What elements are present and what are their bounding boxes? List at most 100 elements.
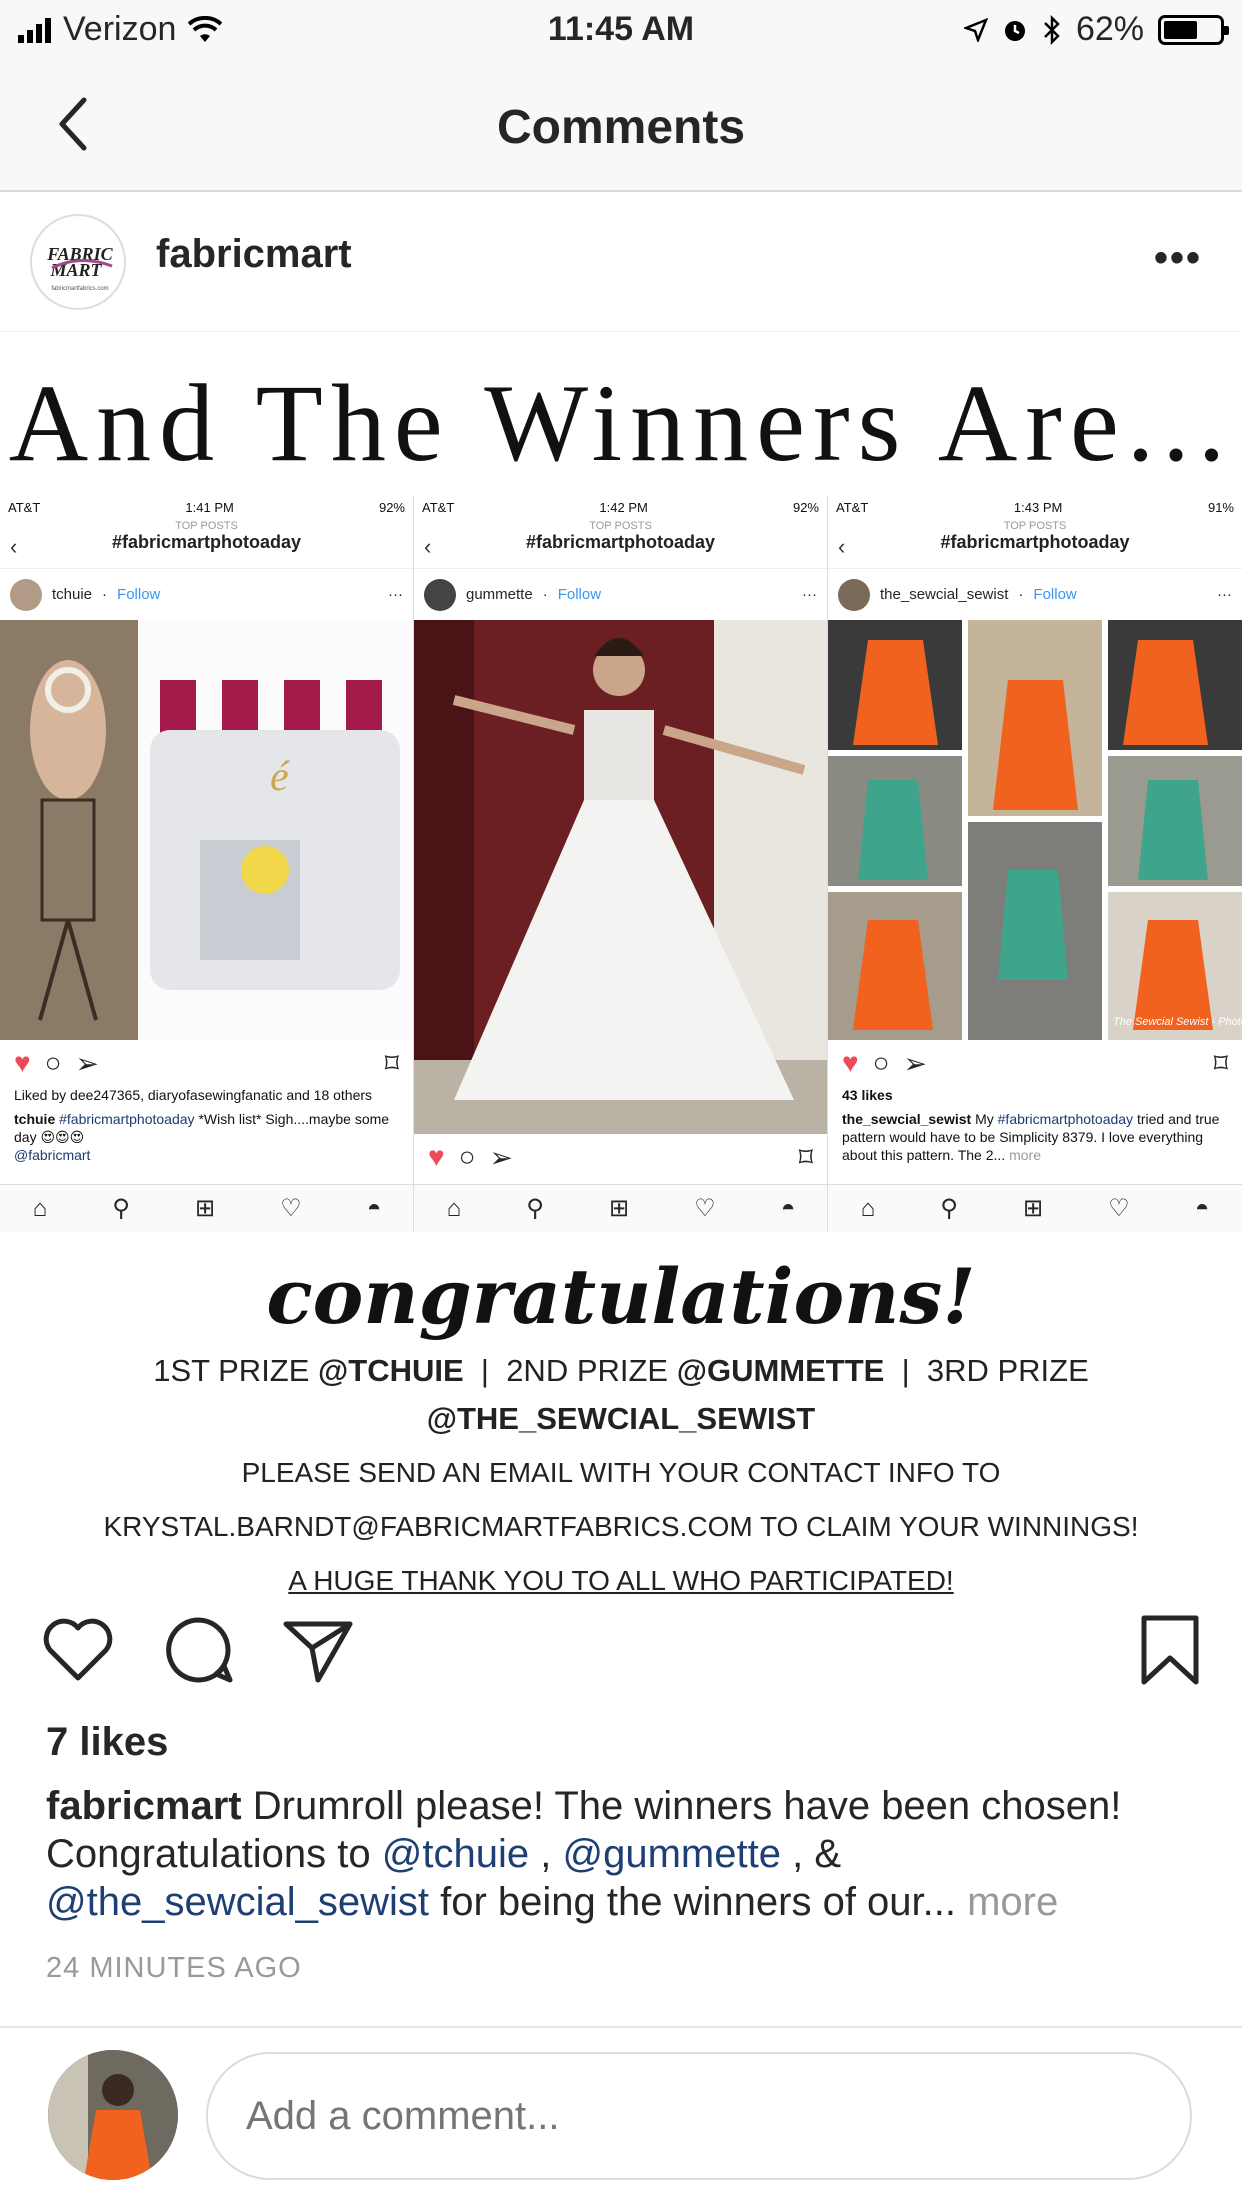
panel-time: 1:41 PM — [185, 500, 234, 515]
panel-actions: ♥ ○ ➢ ⌑ — [0, 1040, 413, 1086]
panel-username: the_sewcial_sewist — [880, 586, 1009, 603]
prize-2-user: @GUMMETTE — [676, 1353, 885, 1388]
prize-3-label: 3RD PRIZE — [926, 1353, 1089, 1388]
collage-watermark: The Sewcial Sewist - PhotoGrid — [1113, 1016, 1242, 1028]
panel-caption-more: more — [1009, 1147, 1041, 1163]
avatar[interactable]: FABRIC MART fabricmartfabrics.com — [30, 214, 126, 310]
panel-battery: 91% — [1207, 500, 1234, 515]
panel-caption: tchuie #fabricmartphotoaday *Wish list* … — [0, 1110, 413, 1164]
panel-top: ‹ TOP POSTS #fabricmartphotoaday — [0, 520, 413, 568]
panel-carrier: AT&T — [422, 500, 455, 515]
panel-likes-text: Liked by dee247365, diaryofasewingfanati… — [14, 1087, 373, 1103]
panel-caption: the_sewcial_sewist My #fabricmartphotoad… — [828, 1110, 1242, 1164]
more-options-icon[interactable]: ••• — [1154, 236, 1202, 281]
likes-count[interactable]: 7 likes — [46, 1720, 168, 1765]
heart-icon[interactable] — [38, 1610, 118, 1690]
more-options-icon: ··· — [1217, 586, 1232, 603]
share-icon[interactable] — [278, 1610, 358, 1690]
dress-form-serger-photo: é — [0, 620, 413, 1040]
add-icon: ⊞ — [1022, 1195, 1044, 1222]
avatar — [10, 578, 42, 611]
profile-icon: ◓ — [1194, 1194, 1210, 1222]
panel-2: AT&T 1:42 PM 92% ‹ TOP POSTS #fabricmartphot… — [414, 496, 828, 1232]
fabricmart-logo: FABRIC MART fabricmartfabrics.com — [46, 244, 113, 292]
panel-follow: Follow — [557, 586, 602, 603]
heart-filled-icon: ♥ — [842, 1047, 859, 1078]
panel-hashtag: #fabricmartphotoaday — [525, 532, 716, 552]
panel-username: tchuie — [52, 586, 93, 603]
caption-more-link[interactable]: more — [967, 1880, 1058, 1924]
bookmark-icon[interactable] — [1130, 1610, 1210, 1690]
profile-icon: ◓ — [366, 1194, 382, 1222]
panel-user: gummette · Follow ··· — [414, 568, 827, 620]
panel-actions: ♥ ○ ➢ ⌑ — [414, 1134, 827, 1180]
divider — [0, 2026, 1242, 2028]
post-username[interactable]: fabricmart — [156, 232, 352, 277]
panel-top-label: TOP POSTS — [1003, 520, 1067, 532]
profile-icon: ◓ — [780, 1194, 796, 1222]
post-image[interactable]: And The Winners Are... AT&T 1:41 PM 92% ‹ T… — [0, 332, 1242, 1596]
search-icon: ⚲ — [112, 1195, 130, 1222]
battery-fill — [1164, 20, 1197, 39]
panel-battery: 92% — [792, 500, 819, 515]
email-address-line: KRYSTAL.BARNDT@FABRICMARTFABRICS.COM TO … — [103, 1511, 1139, 1542]
panel-caption-tag: #fabricmartphotoaday — [59, 1111, 195, 1127]
svg-text:é: é — [270, 754, 291, 800]
comment-icon[interactable] — [158, 1610, 238, 1690]
location-arrow-icon — [963, 17, 988, 42]
status-bar: Verizon 11:45 AM 62% — [0, 0, 1242, 64]
panel-top: ‹ TOP POSTS #fabricmartphotoaday — [828, 520, 1242, 568]
page-title: Comments — [496, 101, 746, 154]
nav-bar: Comments — [0, 64, 1242, 192]
add-icon: ⊞ — [194, 1195, 216, 1222]
alarm-icon — [1004, 20, 1025, 41]
wedding-dress-photo — [414, 620, 827, 1134]
avatar — [48, 2050, 178, 2180]
panel-likes-text: 43 likes — [842, 1087, 893, 1103]
chevron-left-icon: ‹ — [10, 534, 18, 559]
comment-input[interactable] — [206, 2052, 1192, 2180]
panel-caption-user: the_sewcial_sewist — [842, 1111, 972, 1127]
search-icon: ⚲ — [940, 1195, 958, 1222]
status-right: 62% — [963, 10, 1229, 49]
post-timestamp: 24 MINUTES AGO — [46, 1952, 302, 1984]
panel-username: gummette — [466, 586, 533, 603]
prize-line: 1ST PRIZE @TCHUIE | 2ND PRIZE @GUMMETTE … — [153, 1353, 1089, 1436]
chevron-left-icon: ‹ — [838, 534, 846, 559]
avatar — [424, 578, 456, 611]
panel-actions: ♥ ○ ➢ ⌑ — [828, 1040, 1242, 1086]
bookmark-icon: ⌑ — [798, 1141, 813, 1173]
add-icon: ⊞ — [608, 1195, 630, 1222]
more-options-icon: ··· — [802, 586, 817, 603]
panel-caption-mention: @fabricmart — [14, 1147, 91, 1163]
panel-top-label: TOP POSTS — [175, 520, 238, 532]
mention-tchuie[interactable]: @tchuie — [382, 1832, 529, 1876]
panel-caption-pre: My — [975, 1111, 994, 1127]
panel-likes: Liked by dee247365, diaryofasewingfanati… — [0, 1086, 413, 1104]
caption-username[interactable]: fabricmart — [46, 1784, 242, 1828]
heart-icon: ♡ — [1108, 1195, 1130, 1222]
panel-carrier: AT&T — [8, 500, 41, 515]
panel-likes: 43 likes — [828, 1086, 1242, 1104]
panel-1: AT&T 1:41 PM 92% ‹ TOP POSTS #fabricmartphot… — [0, 496, 414, 1232]
heart-filled-icon: ♥ — [14, 1047, 31, 1078]
search-icon: ⚲ — [526, 1195, 544, 1222]
screenshot-panels: AT&T 1:41 PM 92% ‹ TOP POSTS #fabricmartphot… — [0, 496, 1242, 1232]
chevron-left-icon: ‹ — [424, 534, 432, 559]
image-headline: And The Winners Are... — [8, 362, 1234, 484]
panel-user: tchuie · Follow ··· — [0, 568, 413, 620]
heart-icon: ♡ — [694, 1195, 716, 1222]
prize-1-label: 1ST PRIZE — [153, 1353, 310, 1388]
mention-the-sewcial-sewist[interactable]: @the_sewcial_sewist — [46, 1880, 429, 1924]
mention-gummette[interactable]: @gummette — [563, 1832, 781, 1876]
home-icon: ⌂ — [446, 1194, 462, 1222]
panel-caption-tag: #fabricmartphotoaday — [997, 1111, 1134, 1127]
home-icon: ⌂ — [860, 1194, 876, 1222]
panel-user: the_sewcial_sewist · Follow ··· — [828, 568, 1242, 620]
svg-text:fabricmartfabrics.com: fabricmartfabrics.com — [51, 286, 108, 292]
bookmark-icon: ⌑ — [384, 1047, 399, 1079]
panel-carrier: AT&T — [836, 500, 869, 515]
battery-icon — [1158, 14, 1229, 45]
prize-3-user: @THE_SEWCIAL_SEWIST — [426, 1401, 816, 1436]
panel-top: ‹ TOP POSTS #fabricmartphotoaday — [414, 520, 827, 568]
